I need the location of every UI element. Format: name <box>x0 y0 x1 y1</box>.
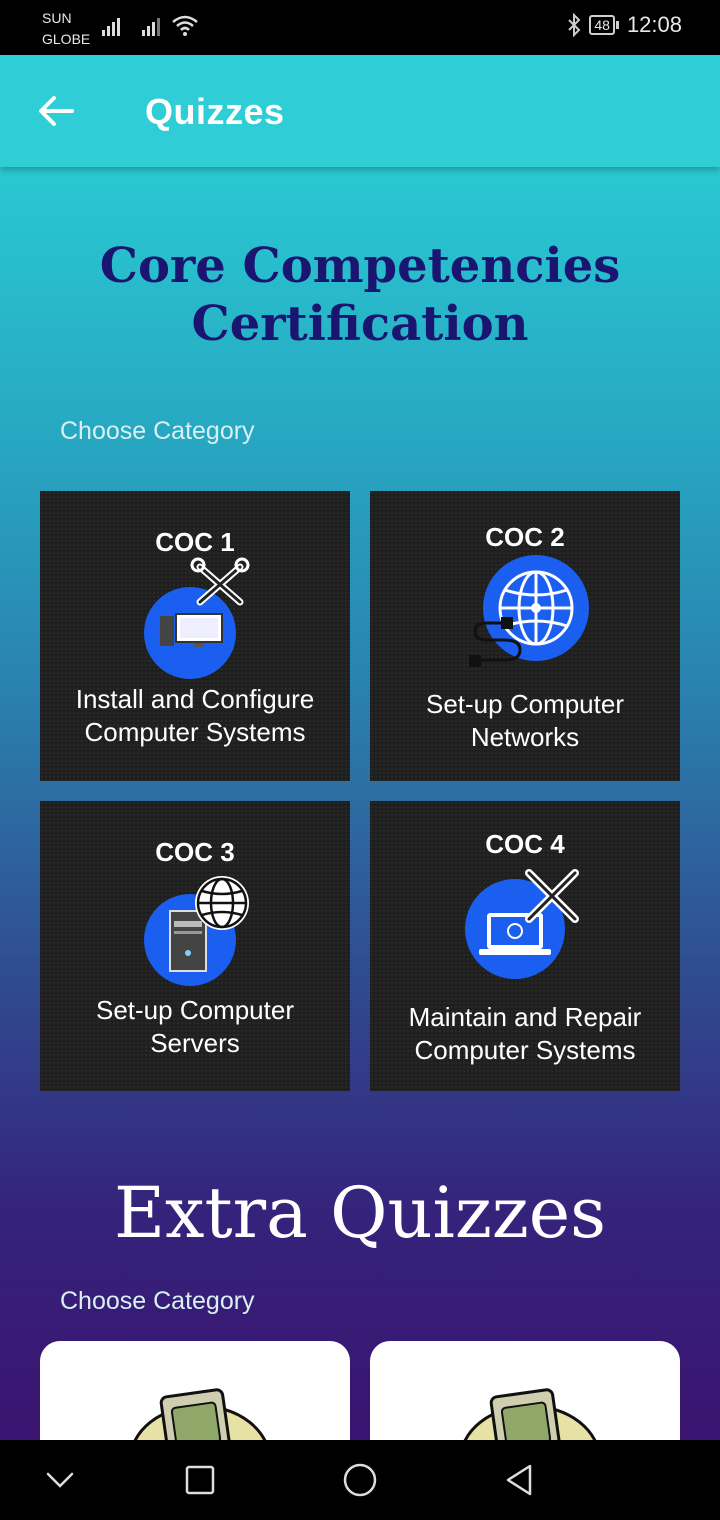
core-title-line-2: Certification <box>191 296 529 352</box>
coc-2-label: Set-up Computer Networks <box>426 689 624 752</box>
navigation-bar <box>0 1440 720 1520</box>
bluetooth-icon <box>568 13 581 37</box>
recent-apps-icon[interactable] <box>180 1460 220 1500</box>
signal-1-icon <box>102 18 120 36</box>
coc-2-card[interactable]: COC 2 Set-up Computer Networks <box>370 491 680 781</box>
wifi-icon <box>172 15 198 36</box>
coc-2-code: COC 2 <box>485 522 565 552</box>
coc-1-code: COC 1 <box>155 527 235 557</box>
coc-3-label: Set-up Computer Servers <box>96 995 294 1058</box>
status-bar: SUN GLOBE 48 12:08 <box>0 0 720 55</box>
coc-4-label: Maintain and Repair Computer Systems <box>408 1002 642 1065</box>
computer-cartoon-icon <box>133 1388 267 1440</box>
core-title-line-1: Core Competencies <box>99 238 621 294</box>
monitor-tools-icon <box>144 557 250 679</box>
carrier-2: GLOBE <box>42 31 91 47</box>
signal-2-icon <box>142 18 160 36</box>
app-bar: Quizzes <box>0 55 720 167</box>
page-title: Quizzes <box>145 91 285 132</box>
coc-3-card[interactable]: COC 3 Set-up Computer Servers <box>40 801 350 1091</box>
carrier-info: SUN GLOBE <box>42 8 90 50</box>
clock: 12:08 <box>626 12 682 37</box>
main-content[interactable]: Core Competencies Certification Choose C… <box>0 167 720 1440</box>
server-globe-icon <box>144 876 249 986</box>
chevron-down-icon[interactable] <box>40 1460 80 1500</box>
status-right: 48 12:08 <box>567 12 682 38</box>
computer-cartoon-icon <box>463 1388 597 1440</box>
battery-indicator: 48 <box>589 15 619 35</box>
laptop-tools-icon <box>465 869 579 979</box>
coc-4-code: COC 4 <box>485 829 565 859</box>
back-triangle-icon[interactable] <box>500 1460 540 1500</box>
back-arrow-icon[interactable] <box>34 91 78 131</box>
battery-level: 48 <box>589 15 615 35</box>
home-icon[interactable] <box>340 1460 380 1500</box>
extra-card-1[interactable] <box>40 1341 350 1440</box>
globe-cable-icon <box>469 555 589 667</box>
coc-1-card[interactable]: COC 1 Install and Configure Computer Sys… <box>40 491 350 781</box>
coc-1-label: Install and Configure Computer Systems <box>75 684 315 747</box>
extra-title: Extra Quizzes <box>113 1172 607 1254</box>
extra-card-2[interactable] <box>370 1341 680 1440</box>
carrier-1: SUN <box>42 10 72 26</box>
coc-4-card[interactable]: COC 4 Maintain and Repair Computer Syste… <box>370 801 680 1091</box>
coc-3-code: COC 3 <box>155 837 235 867</box>
core-choose-category: Choose Category <box>60 417 255 445</box>
core-title: Core Competencies Certification <box>0 237 720 353</box>
extra-choose-category: Choose Category <box>60 1287 255 1315</box>
